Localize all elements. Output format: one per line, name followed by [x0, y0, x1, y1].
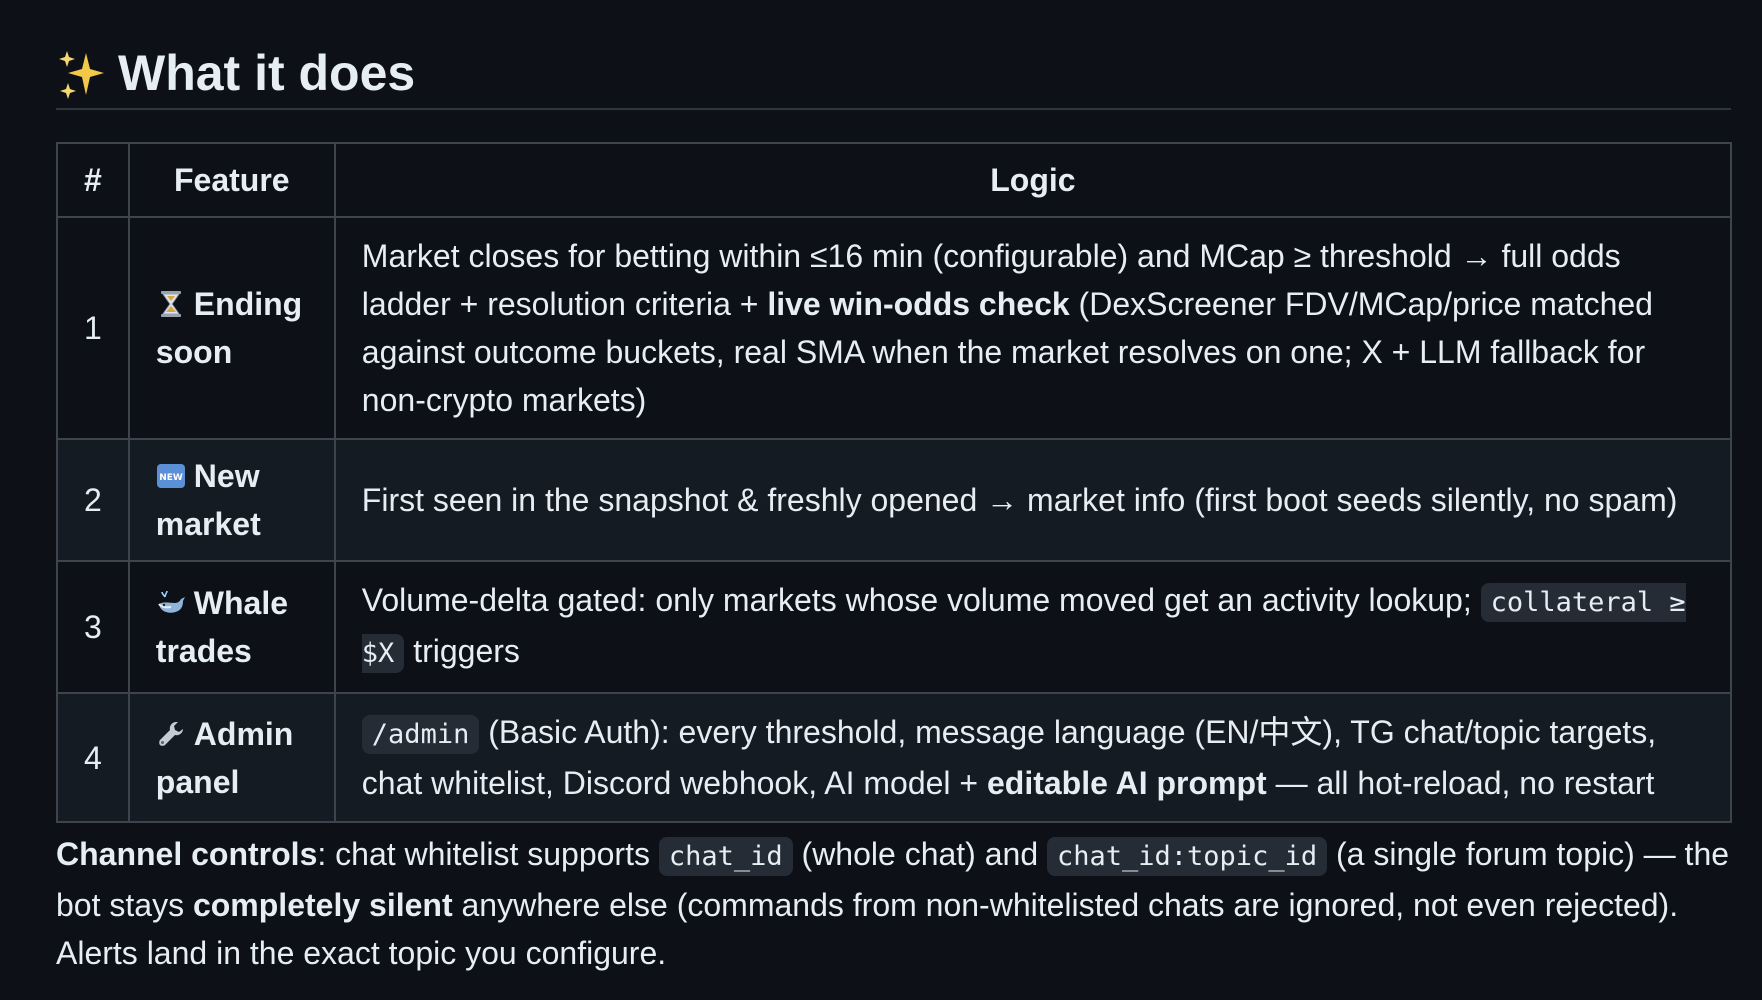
feature-cell: Ending soon — [127, 216, 336, 440]
row-number: 1 — [56, 216, 130, 440]
heading-divider — [56, 108, 1731, 110]
whale-icon — [157, 590, 185, 613]
feature-cell: Admin panel — [127, 692, 336, 823]
readme-section: What it does # Feature Logic 1 Ending so… — [56, 0, 1733, 971]
paragraph-text: : chat whitelist supports — [317, 836, 659, 872]
inline-code: /admin — [361, 715, 480, 754]
table-header-row: # Feature Logic — [56, 142, 1733, 218]
hourglass-icon — [160, 291, 181, 317]
new-badge-icon: NEW — [156, 464, 185, 488]
logic-text: First seen in the snapshot & freshly ope… — [361, 482, 1678, 518]
logic-emphasis: live win-odds check — [767, 286, 1070, 322]
logic-cell: Market closes for betting within ≤16 min… — [333, 216, 1733, 440]
feature-cell: Whale trades — [127, 560, 336, 694]
paragraph-emphasis: completely silent — [192, 887, 453, 923]
channel-controls-paragraph: Channel controls: chat whitelist support… — [56, 830, 1736, 977]
inline-code: chat_id — [658, 837, 793, 876]
logic-emphasis: editable AI prompt — [986, 765, 1267, 801]
logic-text: — all hot-reload, no restart — [1266, 765, 1655, 801]
row-number: 3 — [56, 560, 130, 694]
features-table: # Feature Logic 1 Ending soon Market clo… — [56, 142, 1733, 823]
logic-text: triggers — [404, 633, 520, 669]
row-number: 2 — [56, 438, 130, 562]
column-header-feature: Feature — [127, 142, 336, 218]
new-badge-text: NEW — [159, 473, 183, 483]
table-row: 3 Whale trades Volume-delta gated: only … — [56, 560, 1733, 694]
wrench-icon — [159, 721, 183, 746]
section-title: What it does — [118, 45, 416, 101]
column-header-number: # — [56, 142, 130, 218]
table-row: 2 NEW New market First seen in the snaps… — [56, 438, 1733, 562]
feature-cell: NEW New market — [127, 438, 336, 562]
paragraph-emphasis: Channel controls — [56, 836, 318, 872]
table-row: 1 Ending soon Market closes for betting … — [56, 216, 1733, 440]
sparkles-icon — [59, 51, 104, 99]
logic-text: Volume-delta gated: only markets whose v… — [361, 582, 1481, 618]
logic-cell: /admin (Basic Auth): every threshold, me… — [333, 692, 1733, 823]
table-row: 4 Admin panel /admin (Basic Auth): every… — [56, 692, 1733, 823]
section-heading: What it does — [56, 0, 1731, 108]
inline-code: chat_id:topic_id — [1047, 837, 1328, 876]
row-number: 4 — [56, 692, 130, 823]
paragraph-text: (whole chat) and — [792, 836, 1047, 872]
column-header-logic: Logic — [333, 142, 1733, 218]
logic-cell: First seen in the snapshot & freshly ope… — [333, 438, 1733, 562]
logic-cell: Volume-delta gated: only markets whose v… — [333, 560, 1733, 694]
